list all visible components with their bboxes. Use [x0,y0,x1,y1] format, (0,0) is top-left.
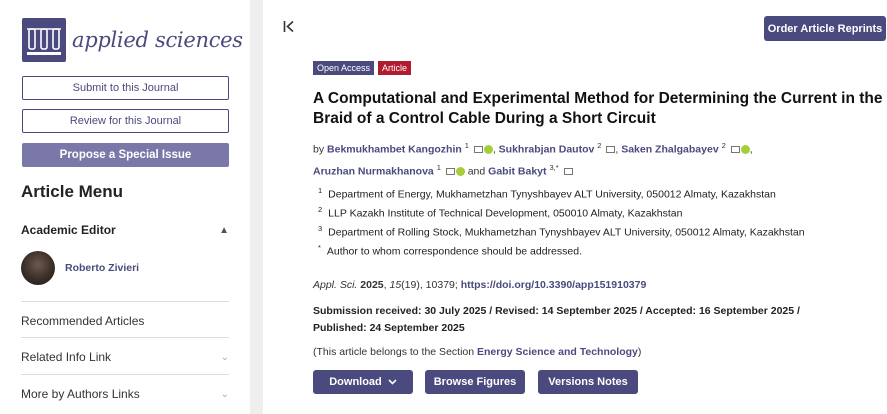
chevron-down-icon [388,379,397,385]
affiliation-sup: 3 [318,224,323,233]
affiliation: 1 Department of Energy, Mukhametzhan Tyny… [318,186,858,201]
author-name[interactable]: Gabit Bakyt [488,165,546,177]
avatar [21,251,55,285]
author-sup: 3,* [549,162,559,172]
sidebar-item-more-by-authors[interactable]: More by Authors Links ⌄ [21,374,229,401]
journal-logo[interactable]: applied sciences [22,18,243,62]
author-sup: 1 [464,141,469,150]
chevron-down-icon: ⌄ [220,351,229,363]
mail-icon[interactable] [730,146,740,154]
author-sup: 1 [436,162,441,172]
collapse-sidebar-icon[interactable] [283,20,295,37]
affiliation-sup: * [318,243,321,252]
affiliation: 3 Department of Rolling Stock, Mukhametzh… [318,224,858,239]
sidebar: applied sciences Submit to this Journal … [0,0,250,414]
affiliation: 2 LLP Kazakh Institute of Technical Devel… [318,205,858,220]
article-menu-title: Article Menu [21,182,124,201]
citation-volume: 15 [389,279,402,291]
author-name[interactable]: Saken Zhalgabayev [621,144,718,156]
affiliation-text: LLP Kazakh Institute of Technical Develo… [328,207,683,220]
section-link[interactable]: Energy Science and Technology [477,346,638,358]
academic-editor[interactable]: Roberto Zivieri [21,251,139,285]
sidebar-item-label: Recommended Articles [21,314,145,328]
article-badges: Open Access Article [313,61,412,75]
sidebar-item-label: More by Authors Links [21,387,140,401]
affiliation-sup: 2 [318,205,323,214]
author-sup: 2 [721,141,726,150]
article-panel: Order Article Reprints Open Access Artic… [263,0,887,414]
by-label: by [313,143,325,156]
mail-icon[interactable] [606,146,616,154]
versions-notes-button[interactable]: Versions Notes [538,370,638,394]
section-suffix: ) [637,346,642,358]
download-button[interactable]: Download [313,370,413,394]
author-sup: 2 [597,141,602,150]
affiliation-text: Author to whom correspondence should be … [326,245,582,258]
chevron-up-icon: ▲ [219,224,229,236]
section-note: (This article belongs to the Section Ene… [313,346,641,358]
journal-name: applied sciences [72,28,243,52]
section-prefix: (This article belongs to the Section [313,346,478,358]
download-label: Download [329,376,382,388]
article-type-badge: Article [378,61,412,75]
sidebar-item-label: Related Info Link [21,350,112,364]
citation: Appl. Sci. 2025, 15(19), 10379; https://… [313,279,647,291]
sidebar-item-related-info[interactable]: Related Info Link ⌄ [21,337,229,364]
mail-icon[interactable] [473,146,483,154]
review-journal-button[interactable]: Review for this Journal [22,109,229,133]
publication-dates: Submission received: 30 July 2025 / Revi… [313,305,800,334]
correspondence-note: * Author to whom correspondence should be… [318,243,858,258]
author-name[interactable]: Aruzhan Nurmakhanova [313,165,434,177]
affiliation-sup: 1 [318,186,323,195]
academic-editor-heading: Academic Editor [21,223,116,237]
orcid-icon[interactable] [740,145,750,155]
mail-icon[interactable] [445,167,455,175]
browse-figures-button[interactable]: Browse Figures [425,370,525,394]
journal-logo-icon [22,18,66,62]
mail-icon[interactable] [563,167,573,175]
author-list: by Bekmukhambet Kangozhin 1 , Sukhrabjan… [313,141,753,177]
chevron-down-icon: ⌄ [220,388,229,400]
open-access-badge: Open Access [313,61,375,75]
citation-year: 2025 [360,279,384,291]
affiliation-text: Department of Energy, Mukhametzhan Tynys… [328,188,776,201]
citation-issue: (19), 10379; [401,279,461,291]
propose-special-issue-button[interactable]: Propose a Special Issue [22,143,229,167]
article-title: A Computational and Experimental Method … [313,90,883,127]
author-name[interactable]: Bekmukhambet Kangozhin [327,144,462,156]
editor-name[interactable]: Roberto Zivieri [65,262,139,274]
affiliation-text: Department of Rolling Stock, Mukhametzha… [328,226,805,239]
author-name[interactable]: Sukhrabjan Dautov [499,144,595,156]
and-label: and [467,165,486,177]
order-reprints-button[interactable]: Order Article Reprints [764,16,886,41]
academic-editor-toggle[interactable]: Academic Editor ▲ [21,223,229,237]
orcid-icon[interactable] [455,166,465,176]
orcid-icon[interactable] [483,145,493,155]
citation-journal: Appl. Sci. [313,279,358,291]
sidebar-item-recommended-articles[interactable]: Recommended Articles [21,301,229,328]
submit-journal-button[interactable]: Submit to this Journal [22,76,229,100]
doi-link[interactable]: https://doi.org/10.3390/app151910379 [461,279,647,291]
